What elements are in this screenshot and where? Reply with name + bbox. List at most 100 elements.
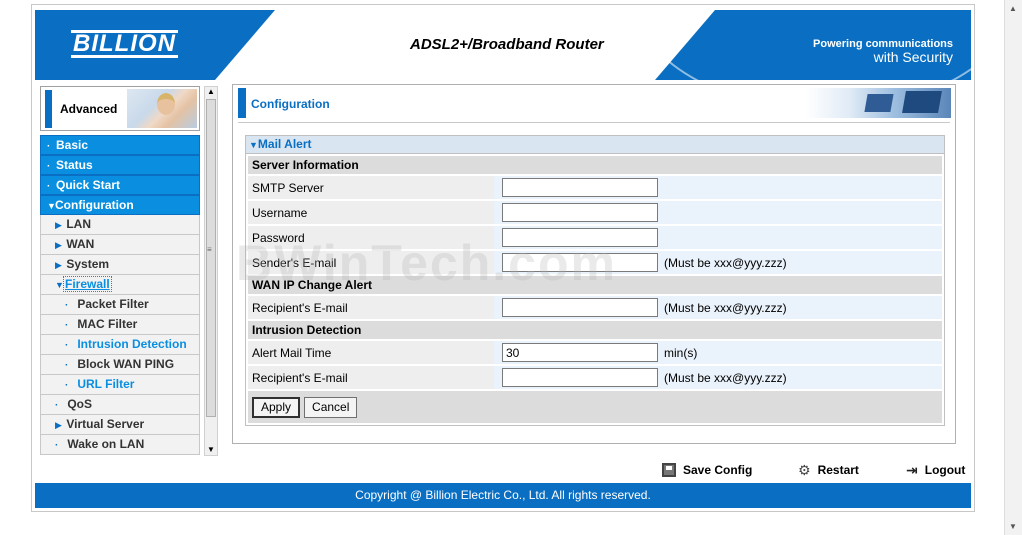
sidebar-item-label: WAN: [66, 237, 95, 251]
sidebar-item-quick-start[interactable]: · Quick Start: [40, 175, 200, 195]
footer-copyright: Copyright @ Billion Electric Co., Ltd. A…: [35, 483, 971, 508]
bullet-icon: ·: [65, 340, 69, 351]
sidebar-item-packet-filter[interactable]: · Packet Filter: [40, 295, 200, 315]
sidebar-item-status[interactable]: · Status: [40, 155, 200, 175]
sidebar-item-wake-on-lan[interactable]: · Wake on LAN: [40, 435, 200, 455]
intrusion-recipient-email-input[interactable]: [502, 368, 658, 387]
title-bar-accent: [238, 88, 246, 118]
sidebar-item-label: System: [66, 257, 110, 271]
advanced-label: Advanced: [60, 102, 118, 116]
triangle-right-icon: ▶: [55, 420, 62, 430]
bullet-icon: ·: [47, 181, 51, 192]
sidebar-item-url-filter[interactable]: · URL Filter: [40, 375, 200, 395]
table-row: Username: [248, 201, 942, 224]
server-info-heading: Server Information: [248, 156, 942, 174]
mail-alert-section: ▼Mail Alert Server Information SMTP Serv…: [245, 135, 945, 426]
alert-mail-time-input[interactable]: [502, 343, 658, 362]
intrusion-detection-heading: Intrusion Detection: [248, 321, 942, 339]
sidebar-item-label: Quick Start: [56, 178, 121, 192]
alert-mail-time-label: Alert Mail Time: [248, 341, 494, 364]
scroll-up-icon[interactable]: ▲: [207, 87, 215, 96]
wan-recipient-email-label: Recipient's E-mail: [248, 296, 494, 319]
scroll-down-icon[interactable]: ▼: [207, 445, 215, 454]
bullet-icon: ·: [65, 360, 69, 371]
scrollbar-thumb[interactable]: [206, 99, 216, 417]
wan-recipient-email-note: (Must be xxx@yyy.zzz): [658, 296, 942, 319]
bullet-icon: ·: [47, 141, 51, 152]
smtp-server-label: SMTP Server: [248, 176, 494, 199]
apply-button[interactable]: Apply: [252, 396, 301, 418]
sidebar-item-label: Virtual Server: [66, 417, 145, 431]
sidebar-item-basic[interactable]: · Basic: [40, 135, 200, 155]
sidebar-item-qos[interactable]: · QoS: [40, 395, 200, 415]
office-image: [806, 88, 951, 118]
table-row: SMTP Server: [248, 176, 942, 199]
sidebar-menu: · Basic · Status · Quick Start ▼Configurati…: [40, 135, 200, 455]
advanced-bar: [45, 90, 52, 128]
intrusion-recipient-email-note: (Must be xxx@yyy.zzz): [658, 366, 942, 389]
sidebar-item-label: MAC Filter: [77, 317, 138, 331]
save-config-link[interactable]: Save Config: [662, 461, 752, 479]
table-row: Recipient's E-mail (Must be xxx@yyy.zzz): [248, 366, 942, 389]
sidebar-item-label: QoS: [67, 397, 93, 411]
sidebar-item-label: Basic: [56, 138, 89, 152]
logout-icon: ⇥: [906, 461, 918, 478]
sidebar-item-label: Configuration: [55, 198, 134, 212]
scroll-up-icon[interactable]: ▲: [1009, 4, 1017, 13]
alert-mail-time-unit: min(s): [658, 341, 942, 364]
table-row: Password: [248, 226, 942, 249]
wan-recipient-email-input[interactable]: [502, 298, 658, 317]
bullet-icon: ·: [47, 161, 51, 172]
bullet-icon: ·: [55, 440, 59, 451]
save-icon: [662, 463, 676, 477]
password-input[interactable]: [502, 228, 658, 247]
sidebar-item-intrusion-detection[interactable]: · Intrusion Detection: [40, 335, 200, 355]
sidebar-item-label: Status: [56, 158, 93, 172]
restart-label: Restart: [817, 463, 859, 477]
sidebar-item-wan[interactable]: ▶ WAN: [40, 235, 200, 255]
advanced-header: Advanced: [40, 86, 200, 131]
smtp-server-input[interactable]: [502, 178, 658, 197]
divider: [238, 122, 950, 123]
bullet-icon: ·: [65, 380, 69, 391]
router-title: ADSL2+/Broadband Router: [410, 36, 604, 53]
sidebar-item-block-wan-ping[interactable]: · Block WAN PING: [40, 355, 200, 375]
sender-email-input[interactable]: [502, 253, 658, 272]
sidebar-item-mac-filter[interactable]: · MAC Filter: [40, 315, 200, 335]
sidebar-item-label: Firewall: [63, 276, 112, 292]
triangle-down-icon: ▼: [249, 140, 258, 150]
triangle-right-icon: ▶: [55, 240, 62, 250]
sidebar-item-label: LAN: [66, 217, 92, 231]
billion-logo: BILLION: [71, 30, 178, 58]
restart-link[interactable]: ⚙ Restart: [798, 461, 859, 479]
slogan-line2: with Security: [873, 49, 953, 65]
table-row: Sender's E-mail (Must be xxx@yyy.zzz): [248, 251, 942, 274]
logout-label: Logout: [924, 463, 966, 477]
bullet-icon: ·: [65, 320, 69, 331]
section-title: Mail Alert: [257, 137, 312, 151]
sidebar-scrollbar[interactable]: ▲ ≡ ▼: [204, 86, 218, 456]
scroll-down-icon[interactable]: ▼: [1009, 522, 1017, 531]
cancel-button[interactable]: Cancel: [304, 396, 358, 418]
logout-link[interactable]: ⇥ Logout: [906, 461, 965, 479]
save-config-label: Save Config: [683, 463, 753, 477]
monitor-shape: [902, 91, 942, 113]
header-banner: BILLION ADSL2+/Broadband Router Powering…: [35, 10, 971, 80]
sidebar-item-system[interactable]: ▶ System: [40, 255, 200, 275]
table-row: Recipient's E-mail (Must be xxx@yyy.zzz): [248, 296, 942, 319]
triangle-down-icon: ▼: [47, 201, 56, 211]
page-scrollbar[interactable]: ▲ ▼: [1004, 0, 1022, 535]
password-label: Password: [248, 226, 494, 249]
sidebar-item-virtual-server[interactable]: ▶ Virtual Server: [40, 415, 200, 435]
username-label: Username: [248, 201, 494, 224]
mail-alert-header: ▼Mail Alert: [246, 136, 944, 154]
username-input[interactable]: [502, 203, 658, 222]
sidebar-item-lan[interactable]: ▶ LAN: [40, 215, 200, 235]
sidebar-item-firewall[interactable]: ▼Firewall: [40, 275, 200, 295]
sender-email-note: (Must be xxx@yyy.zzz): [658, 251, 942, 274]
person-image: [157, 93, 175, 115]
button-row: Apply Cancel: [248, 391, 942, 423]
mail-alert-table: Server Information SMTP Server Username …: [246, 154, 944, 425]
sender-email-label: Sender's E-mail: [248, 251, 494, 274]
sidebar-item-configuration[interactable]: ▼Configuration: [40, 195, 200, 215]
